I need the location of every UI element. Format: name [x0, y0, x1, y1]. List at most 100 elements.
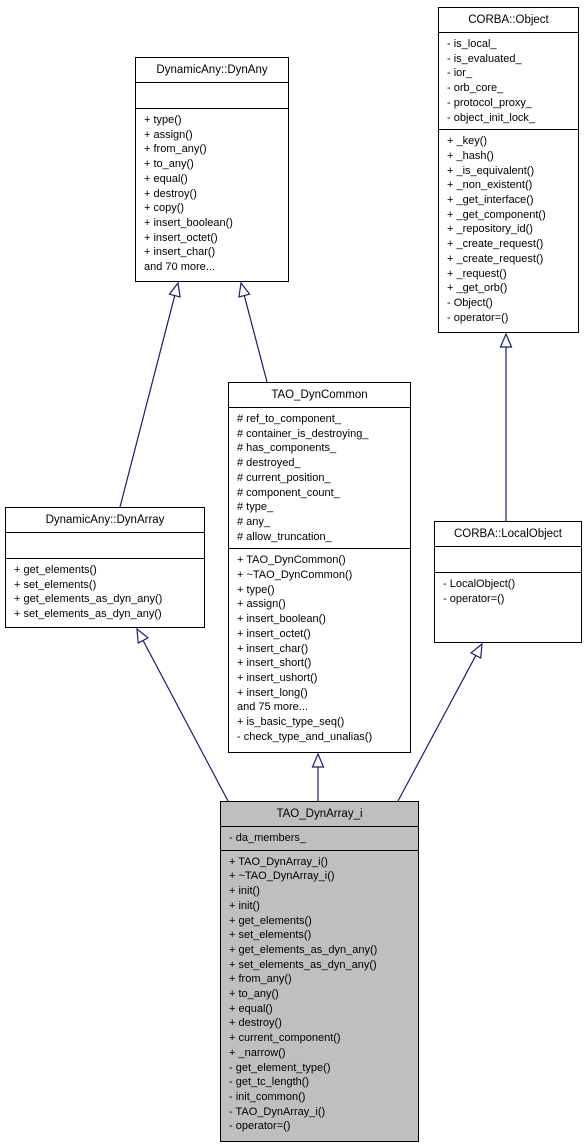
method-row: + _hash()	[447, 149, 494, 162]
class-box-dyncommon[interactable]: TAO_DynCommon # ref_to_component_ # conta…	[228, 382, 411, 753]
inheritance-arrowhead-icon	[238, 281, 251, 298]
attribute-row: # current_position_	[237, 471, 331, 484]
method-section: + TAO_DynArray_i() + ~TAO_DynArray_i() + i…	[221, 851, 418, 1138]
attribute-row: # any_	[237, 515, 271, 528]
attribute-row: # container_is_destroying_	[237, 427, 369, 440]
method-row: - TAO_DynArray_i()	[229, 1105, 326, 1118]
method-row: + assign()	[144, 128, 193, 141]
method-row: + insert_char()	[237, 642, 309, 655]
method-row: + insert_long()	[237, 686, 308, 699]
inheritance-arrowhead-icon	[499, 332, 513, 348]
method-row: + destroy()	[144, 187, 197, 200]
method-row: + _key()	[447, 135, 488, 148]
method-row: + from_any()	[144, 143, 207, 156]
method-row: + ~TAO_DynCommon()	[237, 569, 353, 582]
inheritance-arrowhead-icon	[136, 627, 150, 645]
method-row: + set_elements_as_dyn_any()	[14, 608, 162, 621]
method-row: + get_elements()	[229, 914, 312, 927]
method-row: + from_any()	[229, 973, 292, 986]
method-row: + _request()	[447, 267, 507, 280]
attribute-row: # allow_truncation_	[237, 530, 332, 543]
attribute-row: - protocol_proxy_	[447, 96, 532, 109]
method-row: + insert_char()	[144, 246, 216, 259]
inheritance-arrowhead-icon	[311, 752, 325, 768]
method-row: - check_type_and_unalias()	[237, 730, 373, 743]
method-section: + get_elements() + set_elements() + get_el…	[6, 559, 204, 626]
method-row: + insert_octet()	[144, 231, 218, 244]
class-name: DynamicAny::DynArray	[6, 508, 204, 533]
method-row: + TAO_DynCommon()	[237, 554, 346, 567]
method-row: + assign()	[237, 598, 286, 611]
method-row: + destroy()	[229, 1017, 282, 1030]
class-box-localobject[interactable]: CORBA::LocalObject - LocalObject()- oper…	[434, 521, 582, 643]
method-row: + equal()	[229, 1002, 273, 1015]
method-row: + _non_existent()	[447, 179, 533, 192]
method-section: + TAO_DynCommon() + ~TAO_DynCommon() + typ…	[229, 549, 410, 748]
method-row: - Object()	[447, 296, 493, 309]
method-row: + copy()	[144, 202, 185, 215]
method-row: + _get_component()	[447, 208, 546, 221]
attribute-row: # type_	[237, 501, 274, 514]
inheritance-arrowhead-icon	[469, 642, 483, 660]
attribute-section	[435, 547, 581, 573]
method-row: + insert_boolean()	[144, 216, 233, 229]
attribute-row: # ref_to_component_	[237, 413, 341, 425]
method-row: + insert_boolean()	[237, 613, 326, 626]
method-row: - operator=()	[229, 1120, 291, 1133]
attribute-section: - is_local_ - is_evaluated_ - ior_ - orb_co…	[439, 33, 578, 131]
method-row: - get_tc_length()	[229, 1076, 310, 1089]
attribute-row: - is_evaluated_	[447, 52, 522, 65]
method-row: + ~TAO_DynArray_i()	[229, 870, 335, 883]
method-row: + get_elements()	[14, 564, 97, 576]
method-row: + to_any()	[229, 988, 279, 1001]
attribute-row: - orb_core_	[447, 82, 504, 95]
method-row: + current_component()	[229, 1032, 341, 1045]
method-row: + _repository_id()	[447, 223, 533, 236]
class-name: DynamicAny::DynAny	[136, 58, 288, 83]
method-row: + set_elements_as_dyn_any()	[229, 958, 377, 971]
class-name: TAO_DynCommon	[229, 383, 410, 408]
method-row: + set_elements()	[229, 929, 312, 942]
method-row: - init_common()	[229, 1090, 306, 1103]
inheritance-line	[119, 295, 176, 508]
class-box-dynarray[interactable]: DynamicAny::DynArray + get_elements()+ s…	[5, 507, 205, 628]
method-row: + _get_interface()	[447, 194, 534, 207]
attribute-row: - object_init_lock_	[447, 111, 536, 124]
attribute-row: - is_local_	[447, 38, 497, 50]
inheritance-line	[243, 295, 268, 383]
method-section: + type() + assign() + from_any() + to_any()…	[136, 109, 288, 279]
method-section: + _key() + _hash() + _is_equivalent() + _no…	[439, 130, 578, 329]
method-row: + _is_equivalent()	[447, 164, 535, 177]
method-row: + init()	[229, 885, 260, 898]
method-row: + TAO_DynArray_i()	[229, 855, 328, 868]
method-row: + type()	[237, 583, 275, 596]
method-row: and 75 more...	[237, 701, 308, 714]
method-row: + _create_request()	[447, 252, 544, 265]
inheritance-arrowhead-icon	[168, 281, 181, 298]
attribute-row: # destroyed_	[237, 457, 301, 470]
method-row: + init()	[229, 899, 260, 912]
inheritance-line	[142, 640, 229, 802]
method-row: + to_any()	[144, 158, 194, 171]
method-row: + insert_octet()	[237, 627, 311, 640]
method-row: - operator=()	[447, 311, 509, 324]
method-row: + get_elements_as_dyn_any()	[229, 943, 378, 956]
method-row: - LocalObject()	[443, 578, 516, 590]
attribute-section	[136, 83, 288, 109]
method-row: + set_elements()	[14, 578, 97, 591]
method-row: - operator=()	[443, 592, 505, 605]
attribute-row: - ior_	[447, 67, 473, 80]
method-row: + insert_ushort()	[237, 671, 318, 684]
method-row: + _get_orb()	[447, 282, 508, 295]
attribute-section	[6, 533, 204, 559]
class-name: CORBA::LocalObject	[435, 522, 581, 547]
attribute-row: # component_count_	[237, 486, 340, 499]
class-box-dynany[interactable]: DynamicAny::DynAny + type() + assign() + f…	[135, 57, 289, 282]
method-section: - LocalObject() - operator=()	[435, 573, 581, 610]
attribute-row: - da_members_	[229, 832, 307, 844]
method-row: + _narrow()	[229, 1046, 286, 1059]
class-box-dynarray-i[interactable]: TAO_DynArray_i - da_members_ + TAO_DynAr…	[220, 801, 419, 1142]
attribute-section: # ref_to_component_ # container_is_destro…	[229, 408, 410, 550]
class-box-corba-object[interactable]: CORBA::Object - is_local_ - is_evaluated_…	[438, 7, 579, 333]
method-row: - get_element_type()	[229, 1061, 331, 1074]
